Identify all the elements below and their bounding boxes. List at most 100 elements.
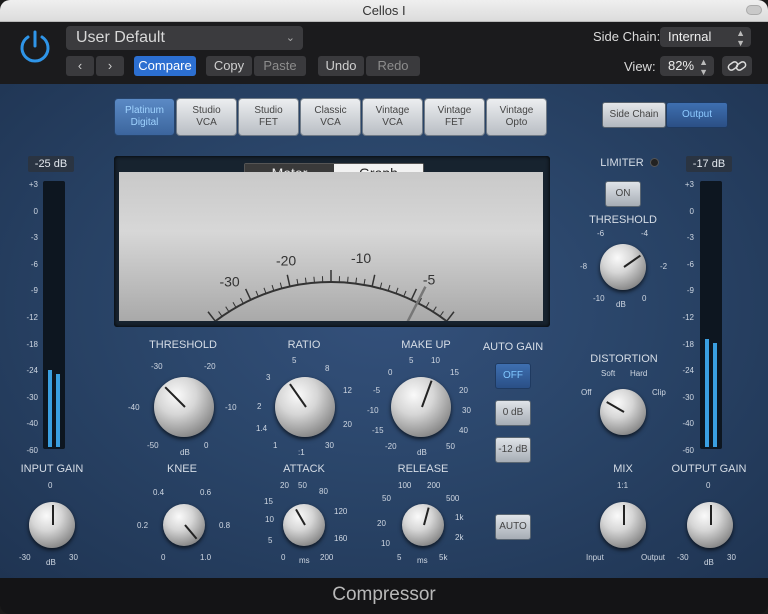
ratio-tick: 1.4 (256, 424, 268, 433)
sidechain-select[interactable]: Internal ▲ ▼ (660, 27, 751, 48)
meter-scale-tick: +3 (28, 180, 38, 189)
output-gain-knob[interactable] (687, 502, 733, 548)
autogain-0db-button[interactable]: 0 dB (495, 400, 531, 426)
attack-knob[interactable] (283, 504, 325, 546)
meter-scale-tick: -9 (30, 286, 38, 296)
model-button-studio-fet[interactable]: Studio FET (238, 98, 299, 136)
attack-tick: 15 (264, 497, 273, 506)
view-select[interactable]: 82% ▲ ▼ (660, 56, 714, 77)
power-icon[interactable] (17, 28, 53, 64)
next-preset-button[interactable]: › (96, 56, 124, 76)
sidechain-value: Internal (668, 29, 712, 44)
input-gain-knob[interactable] (29, 502, 75, 548)
ratio-tick: 12 (343, 386, 352, 395)
sidechain-view-button[interactable]: Side Chain (602, 102, 666, 128)
input-level-meter (43, 181, 65, 449)
model-button-classic-vca[interactable]: Classic VCA (300, 98, 361, 136)
vu-tick-mark (244, 288, 252, 301)
output-gain-top: 0 (706, 481, 711, 490)
ratio-knob[interactable] (275, 377, 335, 437)
limiter-tick: -2 (660, 262, 668, 271)
model-line2: VCA (320, 117, 341, 128)
vu-tick-mark (313, 276, 315, 283)
undo-button[interactable]: Undo (318, 56, 364, 76)
chevron-down-icon: ⌄ (285, 32, 295, 44)
mix-left: Input (586, 553, 604, 562)
release-knob[interactable] (402, 504, 444, 546)
limiter-tick: -10 (593, 294, 605, 303)
model-button-platinum-digital[interactable]: Platinum Digital (114, 98, 175, 136)
vu-tick-mark (387, 284, 391, 291)
vu-tick-mark (410, 288, 418, 301)
output-view-button[interactable]: Output (666, 102, 728, 128)
model-line1: Classic (314, 105, 347, 116)
vu-tick-mark (446, 311, 455, 322)
model-line2: FET (259, 117, 278, 128)
autogain-off-button[interactable]: OFF (495, 363, 531, 389)
threshold-tick: 0 (204, 441, 209, 450)
attack-tick: 0 (281, 553, 286, 562)
output-meter-bar-right (713, 343, 717, 447)
model-button-vintage-vca[interactable]: Vintage VCA (362, 98, 423, 136)
release-label: RELEASE (397, 463, 449, 475)
meter-scale-tick: 0 (689, 206, 694, 216)
view-value: 82% (668, 58, 695, 73)
model-button-studio-vca[interactable]: Studio VCA (176, 98, 237, 136)
makeup-knob[interactable] (391, 377, 451, 437)
model-line2: FET (445, 117, 464, 128)
makeup-tick: -5 (373, 386, 381, 395)
makeup-unit: dB (417, 448, 427, 457)
attack-tick: 20 (280, 481, 289, 490)
meter-scale-tick: -6 (686, 259, 694, 269)
model-button-vintage-fet[interactable]: Vintage FET (424, 98, 485, 136)
compare-button[interactable]: Compare (134, 56, 196, 76)
window-pill-button[interactable] (746, 5, 762, 15)
knee-tick: 0.2 (137, 521, 149, 530)
limiter-tick: -8 (580, 262, 588, 271)
release-tick: 5 (397, 553, 402, 562)
link-button[interactable] (722, 56, 752, 76)
model-line1: Vintage (437, 105, 472, 116)
sidechain-label: Side Chain: (593, 29, 661, 44)
makeup-label: MAKE UP (401, 339, 451, 351)
vu-tick-mark (218, 311, 223, 317)
previous-preset-button[interactable]: ‹ (66, 56, 94, 76)
makeup-tick: 0 (388, 368, 393, 377)
vu-tick-mark (439, 311, 444, 317)
meter-scale-tick: -3 (686, 233, 694, 243)
vu-tick-mark (432, 306, 437, 313)
model-button-vintage-opto[interactable]: Vintage Opto (486, 98, 547, 136)
ratio-tick: 20 (343, 420, 352, 429)
plugin-window: Cellos I User Default ⌄ ‹ › Compare Copy… (0, 0, 768, 614)
limiter-on-button[interactable]: ON (605, 181, 641, 207)
auto-release-button[interactable]: AUTO (495, 514, 531, 540)
paste-button[interactable]: Paste (254, 56, 306, 76)
knee-tick: 0.4 (153, 488, 165, 497)
autogain-minus12-button[interactable]: -12 dB (495, 437, 531, 463)
input-meter-bar-right (56, 374, 60, 447)
chevron-right-icon: › (107, 58, 113, 73)
limiter-threshold-label: THRESHOLD (589, 214, 657, 226)
output-gain-left: -30 (677, 553, 689, 562)
model-line2: VCA (382, 117, 403, 128)
meter-scale-tick: -60 (682, 446, 694, 455)
limiter-threshold-knob[interactable] (600, 244, 646, 290)
limiter-tick: -6 (597, 229, 605, 238)
limiter-tick: 0 (642, 294, 647, 303)
vu-scale-label: -5 (423, 272, 436, 288)
release-tick: 20 (377, 519, 386, 528)
threshold-knob[interactable] (154, 377, 214, 437)
copy-button[interactable]: Copy (206, 56, 252, 76)
mix-knob[interactable] (600, 502, 646, 548)
vu-scale-label: -10 (351, 250, 371, 266)
distortion-knob[interactable] (600, 389, 646, 435)
threshold-tick: -50 (147, 441, 159, 450)
vu-tick-mark (207, 311, 216, 322)
redo-button[interactable]: Redo (366, 56, 420, 76)
preset-selector[interactable]: User Default ⌄ (66, 26, 303, 50)
model-line2: Digital (130, 117, 159, 128)
knee-knob[interactable] (163, 504, 205, 546)
output-level-meter (700, 181, 722, 449)
meter-scale-tick: -18 (26, 339, 38, 349)
knee-tick: 1.0 (200, 553, 212, 562)
